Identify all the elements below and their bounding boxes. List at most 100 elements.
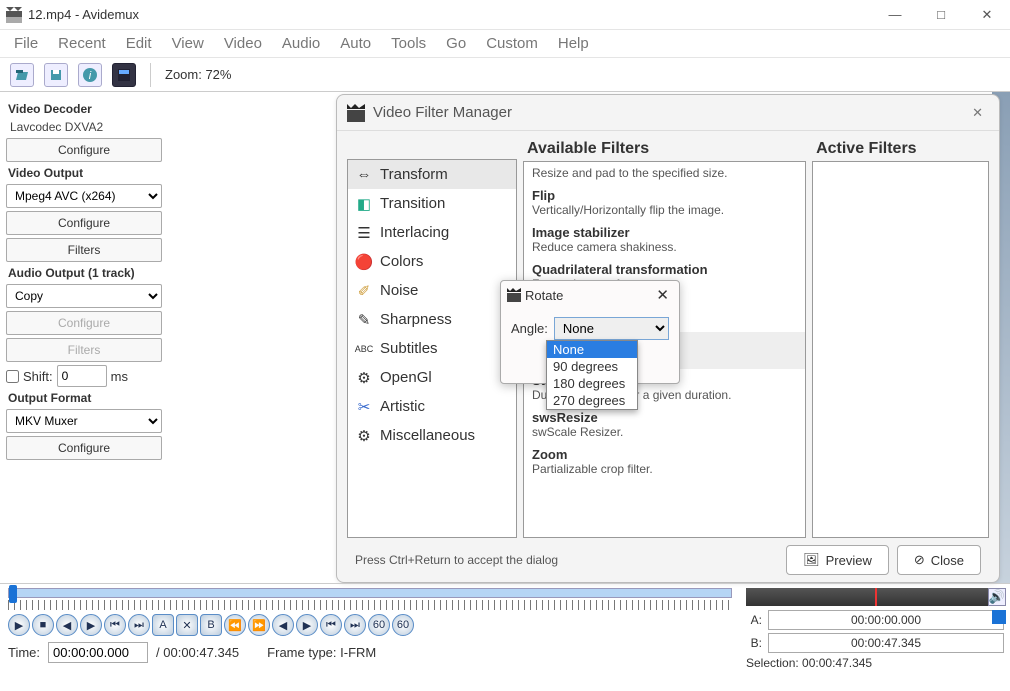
set-marker-b-button[interactable]: B (200, 614, 222, 636)
category-sharpness[interactable]: ✎Sharpness (348, 305, 516, 334)
info-icon[interactable]: i (78, 63, 102, 87)
prev-frame-button[interactable]: ◀ (56, 614, 78, 636)
maximize-button[interactable]: □ (918, 0, 964, 30)
dialog-close-button[interactable]: ✕ (966, 103, 989, 123)
noise-icon: ✐ (356, 283, 372, 299)
save-icon[interactable] (44, 63, 68, 87)
time-input[interactable] (48, 642, 148, 663)
active-filters-list[interactable] (812, 161, 989, 538)
goto-marker-b-button[interactable]: ⏩ (248, 614, 270, 636)
menu-audio[interactable]: Audio (274, 32, 328, 55)
video-filters-button[interactable]: Filters (6, 238, 162, 262)
frame-type-label: Frame type: I-FRM (267, 645, 376, 660)
audio-output-select[interactable]: Copy (6, 284, 162, 308)
angle-option-90[interactable]: 90 degrees (547, 358, 637, 375)
vu-meter (992, 610, 1006, 624)
shift-label: Shift: (23, 369, 53, 384)
shift-checkbox[interactable] (6, 370, 19, 383)
category-subtitles[interactable]: ABCSubtitles (348, 334, 516, 363)
angle-label: Angle: (511, 321, 548, 336)
next-cut-button[interactable]: ▶ (296, 614, 318, 636)
goto-marker-a-button[interactable]: ⏪ (224, 614, 246, 636)
audio-filters-button[interactable]: Filters (6, 338, 162, 362)
category-transition[interactable]: ◧Transition (348, 189, 516, 218)
clapper-icon (507, 288, 521, 302)
prev-cut-button[interactable]: ◀ (272, 614, 294, 636)
zoom-label: Zoom: 72% (165, 67, 231, 82)
play-button[interactable]: ▶ (8, 614, 30, 636)
video-configure-button[interactable]: Configure (6, 211, 162, 235)
filter-item[interactable]: FlipVertically/Horizontally flip the ima… (524, 184, 805, 221)
duration-label: / 00:00:47.345 (156, 645, 239, 660)
marker-a-label: A: (746, 613, 762, 627)
next-keyframe-button[interactable]: ⏭ (128, 614, 150, 636)
video-output-select[interactable]: Mpeg4 AVC (x264) (6, 184, 162, 208)
menu-auto[interactable]: Auto (332, 32, 379, 55)
menubar: File Recent Edit View Video Audio Auto T… (0, 30, 1010, 58)
back-1min-button[interactable]: 60 (368, 614, 390, 636)
menu-help[interactable]: Help (550, 32, 597, 55)
close-dialog-button[interactable]: ⊘Close (897, 545, 981, 575)
stop-button[interactable]: ■ (32, 614, 54, 636)
speaker-icon[interactable]: 🔊 (988, 588, 1006, 606)
filter-item[interactable]: Resize and pad to the specified size. (524, 162, 805, 184)
category-opengl[interactable]: ⚙OpenGl (348, 363, 516, 392)
menu-file[interactable]: File (6, 32, 46, 55)
calculator-icon[interactable] (112, 63, 136, 87)
close-button[interactable]: ✕ (964, 0, 1010, 30)
menu-video[interactable]: Video (216, 32, 270, 55)
timeline-knob[interactable] (9, 585, 17, 603)
angle-option-none[interactable]: None (547, 341, 637, 358)
rotate-close-button[interactable]: ✕ (652, 286, 673, 304)
preview-icon: 🖼 (803, 552, 820, 568)
shift-unit: ms (111, 369, 128, 384)
sidebar: Video Decoder Lavcodec DXVA2 Configure V… (0, 92, 168, 583)
filter-item[interactable]: ZoomPartializable crop filter. (524, 443, 805, 480)
transition-icon: ◧ (356, 196, 372, 212)
category-miscellaneous[interactable]: ⚙Miscellaneous (348, 421, 516, 450)
shift-input[interactable] (57, 365, 107, 387)
menu-tools[interactable]: Tools (383, 32, 434, 55)
interlacing-icon: ☰ (356, 225, 372, 241)
prev-keyframe-button[interactable]: ⏮ (104, 614, 126, 636)
delete-button[interactable]: ✕ (176, 614, 198, 636)
category-noise[interactable]: ✐Noise (348, 276, 516, 305)
video-decoder-label: Video Decoder (8, 102, 162, 116)
angle-dropdown-list[interactable]: None 90 degrees 180 degrees 270 degrees (546, 340, 638, 410)
audio-configure-button[interactable]: Configure (6, 311, 162, 335)
category-interlacing[interactable]: ☰Interlacing (348, 218, 516, 247)
bottom-panel: ▶ ■ ◀ ▶ ⏮ ⏭ A ✕ B ⏪ ⏩ ◀ ▶ ⏮ ⏭ 60 60 Time… (0, 583, 1010, 691)
output-format-select[interactable]: MKV Muxer (6, 409, 162, 433)
nav-bar[interactable] (746, 588, 1004, 606)
open-icon[interactable] (10, 63, 34, 87)
minimize-button[interactable]: — (872, 0, 918, 30)
menu-recent[interactable]: Recent (50, 32, 114, 55)
filter-item[interactable]: Image stabilizerReduce camera shakiness. (524, 221, 805, 258)
angle-select[interactable]: None (554, 317, 669, 340)
clapper-icon (347, 104, 365, 122)
filter-item[interactable]: swsResizeswScale Resizer. (524, 406, 805, 443)
category-artistic[interactable]: ✂Artistic (348, 392, 516, 421)
first-frame-button[interactable]: ⏮ (320, 614, 342, 636)
decoder-configure-button[interactable]: Configure (6, 138, 162, 162)
angle-option-180[interactable]: 180 degrees (547, 375, 637, 392)
last-frame-button[interactable]: ⏭ (344, 614, 366, 636)
timeline-slider[interactable] (8, 588, 732, 598)
transport-controls: ▶ ■ ◀ ▶ ⏮ ⏭ A ✕ B ⏪ ⏩ ◀ ▶ ⏮ ⏭ 60 60 (8, 614, 732, 636)
set-marker-a-button[interactable]: A (152, 614, 174, 636)
category-transform[interactable]: ⇔Transform (348, 160, 516, 189)
fwd-1min-button[interactable]: 60 (392, 614, 414, 636)
toolbar: i Zoom: 72% (0, 58, 1010, 92)
preview-button[interactable]: 🖼Preview (786, 545, 889, 575)
artistic-icon: ✂ (356, 399, 372, 415)
menu-view[interactable]: View (164, 32, 212, 55)
format-configure-button[interactable]: Configure (6, 436, 162, 460)
menu-go[interactable]: Go (438, 32, 474, 55)
next-frame-button[interactable]: ▶ (80, 614, 102, 636)
category-colors[interactable]: 🔴Colors (348, 247, 516, 276)
category-list[interactable]: ⇔Transform ◧Transition ☰Interlacing 🔴Col… (347, 159, 517, 538)
angle-option-270[interactable]: 270 degrees (547, 392, 637, 409)
menu-custom[interactable]: Custom (478, 32, 546, 55)
menu-edit[interactable]: Edit (118, 32, 160, 55)
window-title: 12.mp4 - Avidemux (28, 7, 139, 22)
